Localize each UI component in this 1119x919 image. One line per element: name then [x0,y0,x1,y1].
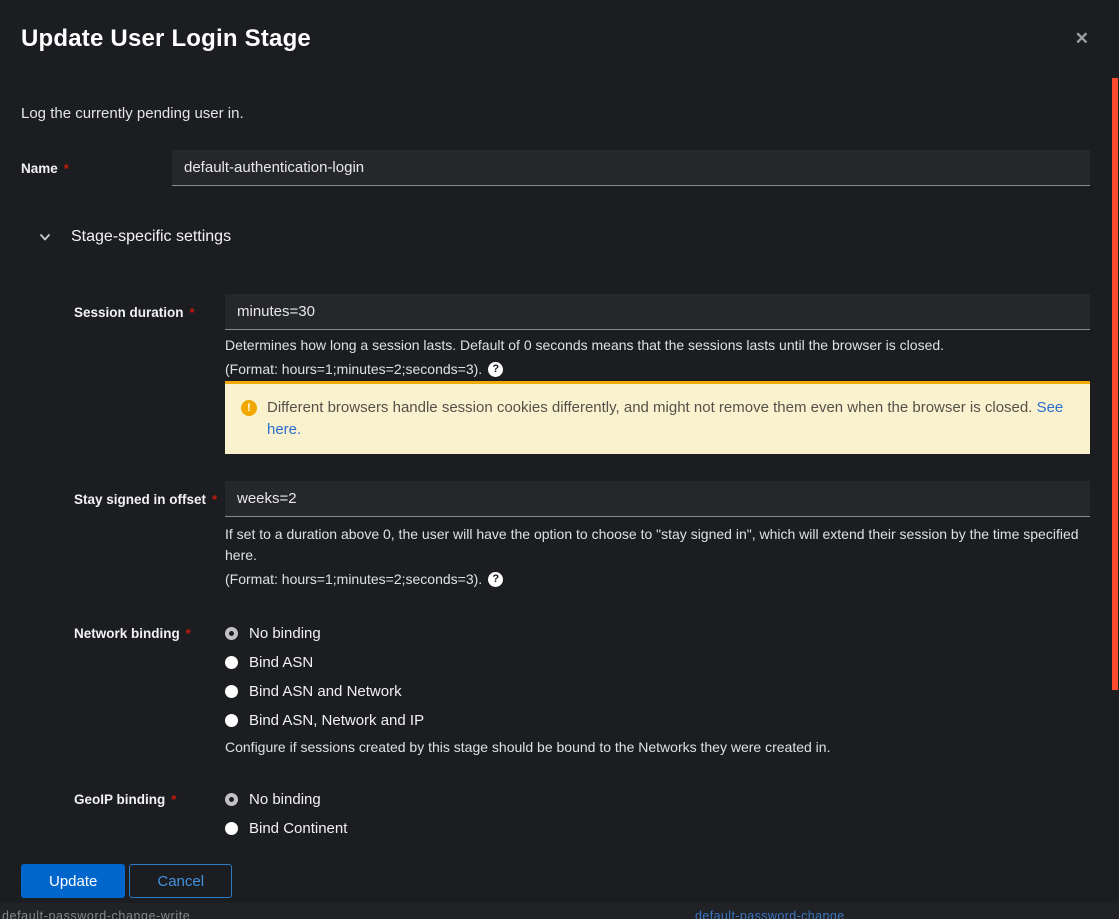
background-stage-name: default-password-change-write [2,909,191,919]
name-label-text: Name [21,161,58,176]
format-hint-text: (Format: hours=1;minutes=2;seconds=3). [225,361,483,377]
session-duration-help: Determines how long a session lasts. Def… [225,337,945,353]
radio-unselected-icon[interactable] [225,714,238,727]
background-flow-link: default-password-change [695,909,845,919]
stage-specific-settings-expander[interactable]: Stage-specific settings [38,224,1090,250]
required-asterisk: * [212,492,218,507]
radio-label: No binding [249,625,321,642]
stay-signed-in-offset-input[interactable] [225,481,1090,517]
required-asterisk: * [189,305,195,320]
update-button[interactable]: Update [21,864,126,898]
cancel-button[interactable]: Cancel [129,864,233,898]
stay-signed-in-offset-label-text: Stay signed in offset [74,492,207,507]
session-duration-input[interactable] [225,294,1090,330]
session-duration-format-hint: (Format: hours=1;minutes=2;seconds=3). ? [225,361,1090,377]
radio-option-bind-asn[interactable]: Bind ASN [225,648,1090,677]
radio-option-bind-asn-network[interactable]: Bind ASN and Network [225,677,1090,706]
stay-signed-in-offset-control: If set to a duration above 0, the user w… [225,481,1090,587]
section-header-label: Stage-specific settings [71,228,232,245]
network-binding-row: Network binding * No binding Bind ASN Bin… [74,619,1090,755]
required-asterisk: * [63,161,69,176]
geoip-binding-label: GeoIP binding * [74,785,225,809]
radio-unselected-icon[interactable] [225,685,238,698]
name-input[interactable] [172,150,1090,186]
close-icon[interactable]: ✕ [1075,30,1089,47]
radio-option-no-binding[interactable]: No binding [225,785,1090,814]
radio-label: Bind ASN and Network [249,683,402,700]
session-duration-label-text: Session duration [74,305,184,320]
modal-footer: Update Cancel [0,864,1119,898]
scrollbar[interactable] [1112,78,1118,690]
chevron-down-icon [38,230,52,244]
name-field-row: Name * [21,150,1090,186]
required-asterisk: * [171,792,177,807]
stay-signed-in-offset-format-hint: (Format: hours=1;minutes=2;seconds=3). ? [225,571,1090,587]
radio-option-bind-continent[interactable]: Bind Continent [225,814,1090,843]
session-duration-label: Session duration * [74,294,225,322]
exclamation-circle-icon: ! [241,400,257,416]
name-label: Name * [21,150,172,178]
network-binding-help: Configure if sessions created by this st… [225,739,831,755]
geoip-binding-label-text: GeoIP binding [74,792,166,807]
network-binding-control: No binding Bind ASN Bind ASN and Network… [225,619,1090,755]
question-circle-icon[interactable]: ? [488,571,504,587]
radio-selected-icon[interactable] [225,793,238,806]
geoip-binding-row: GeoIP binding * No binding Bind Continent [74,785,1090,843]
stay-signed-in-offset-label: Stay signed in offset * [74,481,225,509]
radio-option-no-binding[interactable]: No binding [225,619,1090,648]
network-binding-label: Network binding * [74,619,225,643]
question-circle-icon[interactable]: ? [488,361,504,377]
radio-label: Bind ASN [249,654,314,671]
session-duration-row: Session duration * Determines how long a … [74,294,1090,454]
stay-signed-in-offset-help: If set to a duration above 0, the user w… [225,526,1079,563]
geoip-binding-control: No binding Bind Continent [225,785,1090,843]
stay-signed-in-offset-row: Stay signed in offset * If set to a durat… [74,481,1090,587]
update-user-login-stage-modal: Update User Login Stage ✕ Log the curren… [0,0,1119,903]
radio-option-bind-asn-network-ip[interactable]: Bind ASN, Network and IP [225,706,1090,735]
session-cookie-warning-alert: ! Different browsers handle session cook… [225,381,1090,454]
radio-unselected-icon[interactable] [225,656,238,669]
radio-label: No binding [249,791,321,808]
radio-label: Bind ASN, Network and IP [249,712,425,729]
warning-text: Different browsers handle session cookie… [267,397,1074,441]
background-page-content: default-password-change-write default-pa… [0,903,1119,919]
radio-label: Bind Continent [249,820,348,837]
radio-selected-icon[interactable] [225,627,238,640]
session-duration-control: Determines how long a session lasts. Def… [225,294,1090,454]
stage-description: Log the currently pending user in. [21,105,244,122]
warning-text-body: Different browsers handle session cookie… [267,399,1037,416]
page-title: Update User Login Stage [21,25,311,52]
required-asterisk: * [185,626,191,641]
radio-unselected-icon[interactable] [225,822,238,835]
format-hint-text: (Format: hours=1;minutes=2;seconds=3). [225,571,483,587]
stage-specific-settings-group: Session duration * Determines how long a … [21,294,1090,843]
network-binding-label-text: Network binding [74,626,180,641]
